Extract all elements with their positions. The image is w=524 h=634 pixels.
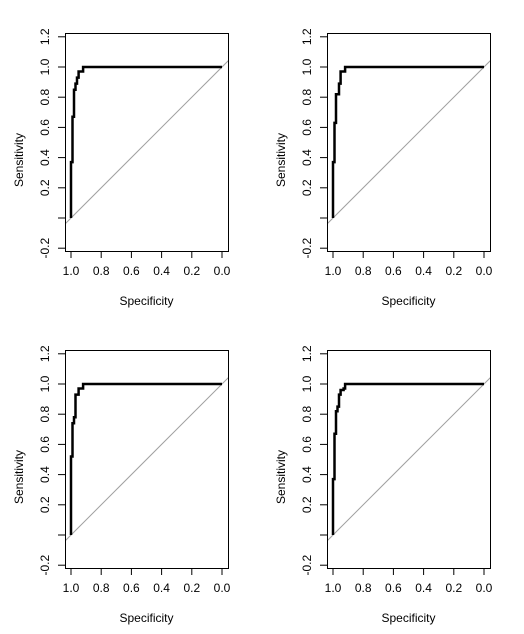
y-tick-label: 1.0 [38, 58, 52, 75]
roc-panel-3: 1.0 0.8 0.6 0.4 0.2 0.0 -0.2 0.2 0.4 0.6 0.8 1.0 1.2… [12, 345, 231, 625]
roc-panel-1: 1.0 0.8 0.6 0.4 0.2 0.0 -0.2 0.2 0.4 0.6 0.8 1.0 1.2… [12, 28, 231, 308]
y-tick-label: -0.2 [300, 555, 314, 576]
y-tick-label: 1.2 [38, 28, 52, 45]
x-tick-label: 0.4 [153, 581, 170, 595]
chance-diagonal-line [327, 60, 490, 225]
x-tick-label: 0.8 [355, 264, 372, 278]
y-tick-label: 0.8 [300, 406, 314, 423]
roc-panels-figure: 1.0 0.8 0.6 0.4 0.2 0.0 -0.2 0.2 0.4 0.6 0.8 1.0 1.2… [12, 28, 493, 625]
x-tick-label: 0.6 [123, 264, 140, 278]
chance-diagonal-line [65, 377, 228, 542]
y-tick-label: 0.6 [300, 119, 314, 136]
y-tick-label: 0.8 [38, 406, 52, 423]
y-tick-label: 1.0 [300, 375, 314, 392]
x-axis-label: Specificity [381, 294, 435, 308]
y-tick-label: 0.8 [38, 89, 52, 106]
x-tick-label: 0.0 [214, 264, 231, 278]
y-tick-label: 0.4 [38, 466, 52, 483]
x-axis-label: Specificity [119, 294, 173, 308]
y-tick-label: 1.2 [300, 28, 314, 45]
y-tick-label: 0.2 [38, 179, 52, 196]
x-tick-label: 0.8 [355, 581, 372, 595]
y-tick-label: 0.6 [300, 436, 314, 453]
roc-panel-4: 1.0 0.8 0.6 0.4 0.2 0.0 -0.2 0.2 0.4 0.6 0.8 1.0 1.2… [274, 345, 493, 625]
x-tick-label: 1.0 [325, 264, 342, 278]
x-tick-label: 1.0 [63, 264, 80, 278]
chance-diagonal-line [327, 377, 490, 542]
x-tick-label: 0.2 [445, 581, 462, 595]
y-tick-label: 1.0 [300, 58, 314, 75]
y-tick-label: -0.2 [38, 555, 52, 576]
x-axis-label: Specificity [381, 611, 435, 625]
y-tick-label: -0.2 [38, 238, 52, 259]
x-tick-label: 0.0 [476, 264, 493, 278]
y-tick-label: 0.4 [38, 149, 52, 166]
x-tick-label: 0.8 [93, 581, 110, 595]
chance-diagonal-line [65, 60, 228, 225]
y-tick-label: 0.4 [300, 149, 314, 166]
y-axis-label: Sensitivity [274, 450, 288, 504]
x-tick-label: 0.2 [445, 264, 462, 278]
x-tick-label: 0.0 [214, 581, 231, 595]
x-tick-label: 0.4 [415, 581, 432, 595]
x-tick-label: 1.0 [325, 581, 342, 595]
y-axis-label: Sensitivity [12, 450, 26, 504]
y-tick-label: 0.2 [38, 496, 52, 513]
y-tick-label: -0.2 [300, 238, 314, 259]
y-tick-label: 1.2 [300, 345, 314, 362]
y-axis-label: Sensitivity [274, 133, 288, 187]
y-tick-label: 0.8 [300, 89, 314, 106]
y-tick-label: 0.6 [38, 119, 52, 136]
x-tick-label: 0.2 [183, 581, 200, 595]
x-tick-label: 0.2 [183, 264, 200, 278]
x-tick-label: 0.6 [385, 264, 402, 278]
x-tick-label: 1.0 [63, 581, 80, 595]
y-tick-label: 1.2 [38, 345, 52, 362]
y-tick-label: 0.4 [300, 466, 314, 483]
x-tick-label: 0.6 [385, 581, 402, 595]
y-tick-label: 0.2 [300, 496, 314, 513]
y-tick-label: 0.6 [38, 436, 52, 453]
x-tick-label: 0.6 [123, 581, 140, 595]
y-tick-label: 0.2 [300, 179, 314, 196]
y-tick-label: 1.0 [38, 375, 52, 392]
x-tick-label: 0.8 [93, 264, 110, 278]
x-axis-label: Specificity [119, 611, 173, 625]
x-tick-label: 0.4 [415, 264, 432, 278]
roc-panel-2: 1.0 0.8 0.6 0.4 0.2 0.0 -0.2 0.2 0.4 0.6 0.8 1.0 1.2… [274, 28, 493, 308]
x-tick-label: 0.4 [153, 264, 170, 278]
x-tick-label: 0.0 [476, 581, 493, 595]
y-axis-label: Sensitivity [12, 133, 26, 187]
